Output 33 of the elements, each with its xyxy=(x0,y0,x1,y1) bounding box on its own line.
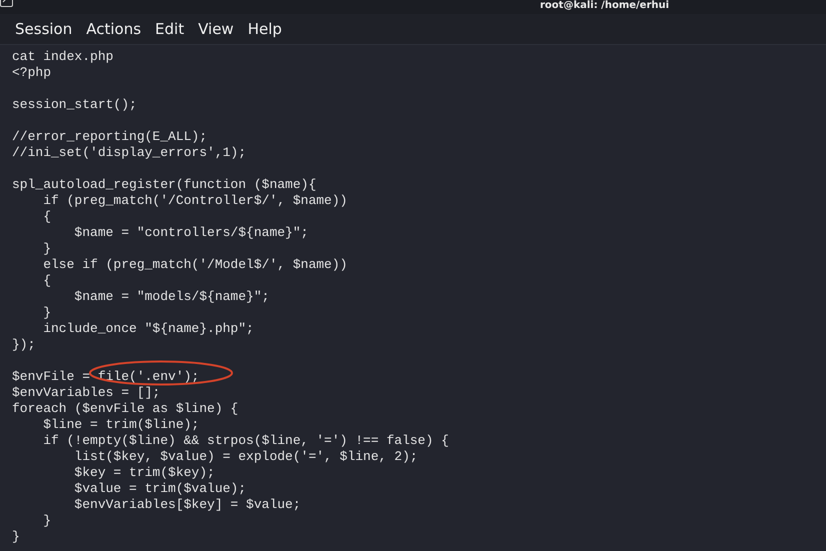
window-title: root@kali: /home/erhui xyxy=(540,0,670,11)
menu-item[interactable]: Help xyxy=(248,20,282,38)
code-line: $envFile = file('.env'); xyxy=(12,369,200,385)
code-line: $value = trim($value); xyxy=(73,481,246,497)
code-line: if (preg_match('/Controller$/', $name)) xyxy=(42,193,348,209)
code-line: { xyxy=(42,273,52,289)
code-line: <?php xyxy=(12,65,52,81)
code-line: } xyxy=(12,529,20,545)
code-line: $name = "models/${name}"; xyxy=(73,289,270,305)
code-line: $envVariables = []; xyxy=(12,385,160,401)
code-line: } xyxy=(42,305,52,321)
code-line: }); xyxy=(12,337,36,353)
menu-item[interactable]: Edit xyxy=(155,20,184,38)
code-line: $name = "controllers/${name}"; xyxy=(73,225,308,241)
code-line: list($key, $value) = explode('=', $line, 2); xyxy=(73,449,418,465)
code-line: spl_autoload_register(function ($name){ xyxy=(12,177,316,193)
code-line: $envVariables[$key] = $value; xyxy=(73,497,301,513)
code-line: session_start(); xyxy=(12,97,137,113)
code-line: include_once "${name}.php"; xyxy=(42,321,254,337)
code-line: $key = trim($key); xyxy=(73,465,215,481)
code-line: } xyxy=(42,241,52,257)
menu-item[interactable]: View xyxy=(198,20,234,38)
code-line: else if (preg_match('/Model$/', $name)) xyxy=(42,257,348,273)
code-line: //ini_set('display_errors',1); xyxy=(12,145,246,161)
menu-item[interactable]: Actions xyxy=(86,20,142,38)
code-line: //error_reporting(E_ALL); xyxy=(12,129,208,145)
code-line: { xyxy=(42,209,52,225)
menu-item[interactable]: Session xyxy=(15,20,72,38)
code-line: $line = trim($line); xyxy=(42,417,200,433)
code-line: } xyxy=(42,513,52,529)
code-line: if (!empty($line) && strpos($line, '=') !== false) { xyxy=(42,433,449,449)
code-line: foreach ($envFile as $line) { xyxy=(12,401,238,417)
code-line: cat index.php xyxy=(12,49,114,65)
